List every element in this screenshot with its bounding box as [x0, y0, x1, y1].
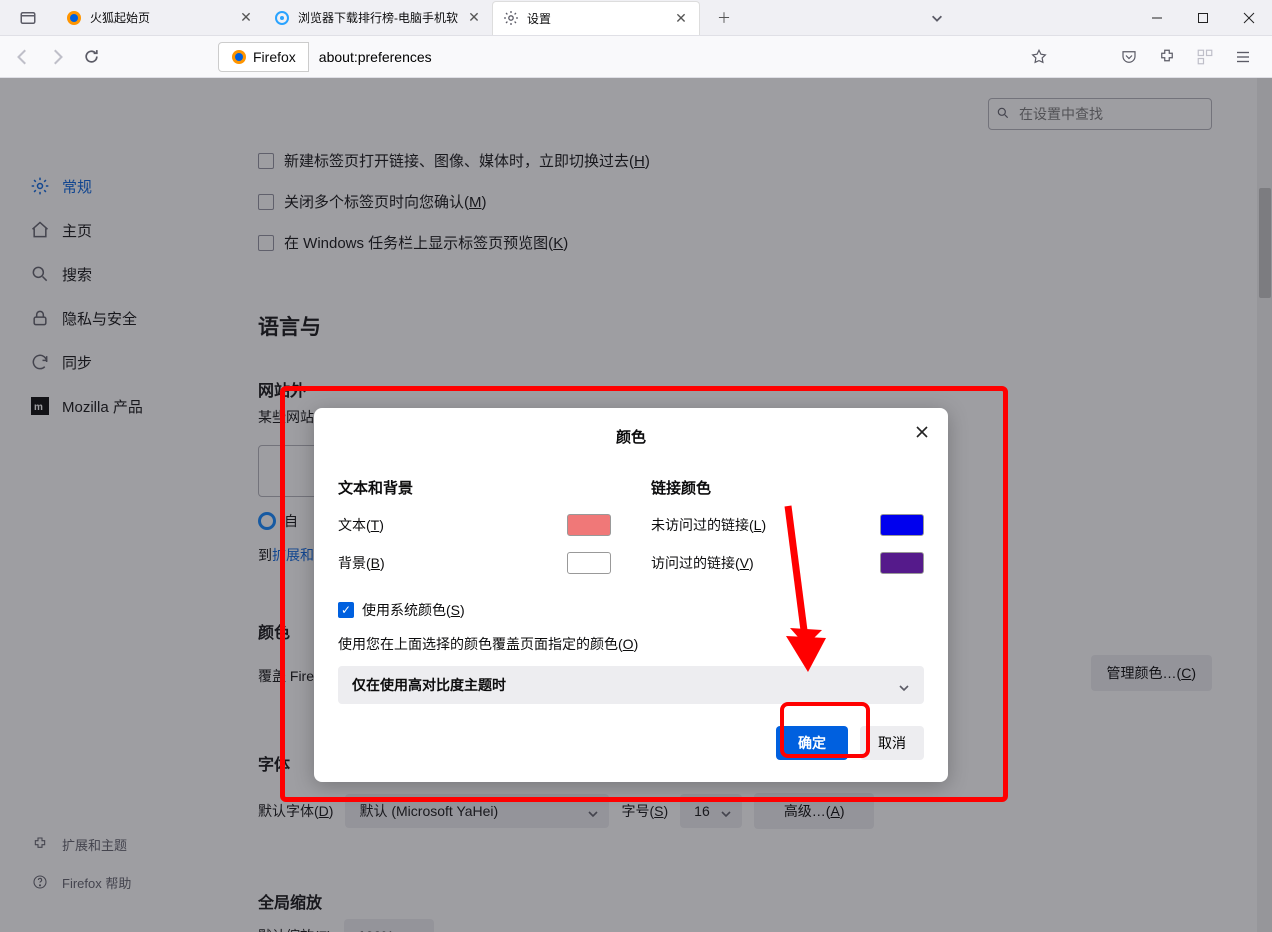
bookmark-star-icon[interactable]: [1023, 41, 1055, 73]
bg-color-swatch[interactable]: [567, 552, 611, 574]
text-bg-column: 文本和背景 文本(T) 背景(B): [338, 477, 611, 574]
text-color-label: 文本(T): [338, 515, 384, 535]
override-select[interactable]: 仅在使用高对比度主题时: [338, 666, 924, 704]
colors-dialog: 颜色 文本和背景 文本(T) 背景(B) 链接颜色 未访问过的链接(L) 访问过…: [314, 408, 948, 782]
tab-2[interactable]: 浏览器下载排行榜-电脑手机软 ✕: [264, 1, 492, 35]
checkbox-checked-icon[interactable]: ✓: [338, 602, 354, 618]
back-button[interactable]: [6, 40, 40, 74]
identity-label: Firefox: [253, 49, 296, 65]
close-icon[interactable]: ✕: [238, 10, 254, 26]
link-color-column: 链接颜色 未访问过的链接(L) 访问过的链接(V): [651, 477, 924, 574]
extensions-icon[interactable]: [1150, 40, 1184, 74]
save-to-pocket-icon[interactable]: [1112, 40, 1146, 74]
chevron-down-icon: [898, 680, 910, 696]
override-label: 使用您在上面选择的颜色覆盖页面指定的颜色(O): [338, 634, 924, 654]
ok-button[interactable]: 确定: [776, 726, 848, 760]
url-bar: Firefox: [218, 41, 1055, 73]
window-controls: [1134, 0, 1272, 36]
tab-title: 火狐起始页: [90, 9, 230, 26]
tab-title: 浏览器下载排行榜-电脑手机软: [298, 9, 458, 26]
minimize-button[interactable]: [1134, 0, 1180, 36]
maximize-button[interactable]: [1180, 0, 1226, 36]
close-window-button[interactable]: [1226, 0, 1272, 36]
dialog-close-button[interactable]: [910, 420, 934, 444]
firefox-icon: [66, 10, 82, 26]
gear-icon: [503, 10, 519, 26]
tab-3-settings[interactable]: 设置 ✕: [492, 1, 700, 35]
visited-link-swatch[interactable]: [880, 552, 924, 574]
visited-link-label: 访问过的链接(V): [651, 553, 754, 573]
forward-button[interactable]: [40, 40, 74, 74]
use-system-colors-option[interactable]: ✓ 使用系统颜色(S): [338, 600, 924, 620]
close-icon[interactable]: ✕: [673, 10, 689, 26]
firefox-icon: [231, 49, 247, 65]
close-icon[interactable]: ✕: [466, 10, 482, 26]
tab-1[interactable]: 火狐起始页 ✕: [56, 1, 264, 35]
text-bg-heading: 文本和背景: [338, 477, 611, 498]
reload-button[interactable]: [74, 40, 108, 74]
site-icon: [274, 10, 290, 26]
list-tabs-button[interactable]: [917, 0, 957, 36]
cancel-button[interactable]: 取消: [860, 726, 924, 760]
url-input[interactable]: [309, 42, 1023, 72]
navigation-toolbar: Firefox: [0, 36, 1272, 78]
tabs-strip: 火狐起始页 ✕ 浏览器下载排行榜-电脑手机软 ✕ 设置 ✕ ＋: [56, 1, 740, 35]
link-heading: 链接颜色: [651, 477, 924, 498]
identity-box[interactable]: Firefox: [218, 42, 309, 72]
unvisited-link-swatch[interactable]: [880, 514, 924, 536]
bg-color-label: 背景(B): [338, 553, 385, 573]
dialog-title: 颜色: [338, 426, 924, 447]
text-color-swatch[interactable]: [567, 514, 611, 536]
new-tab-button[interactable]: ＋: [708, 2, 740, 34]
toolbar-right: [1112, 40, 1266, 74]
app-menu-icon[interactable]: [1226, 40, 1260, 74]
titlebar: 火狐起始页 ✕ 浏览器下载排行榜-电脑手机软 ✕ 设置 ✕ ＋: [0, 0, 1272, 36]
recent-browsing-button[interactable]: [10, 0, 46, 36]
unvisited-link-label: 未访问过的链接(L): [651, 515, 766, 535]
customize-icon[interactable]: [1188, 40, 1222, 74]
tab-title: 设置: [527, 10, 665, 27]
